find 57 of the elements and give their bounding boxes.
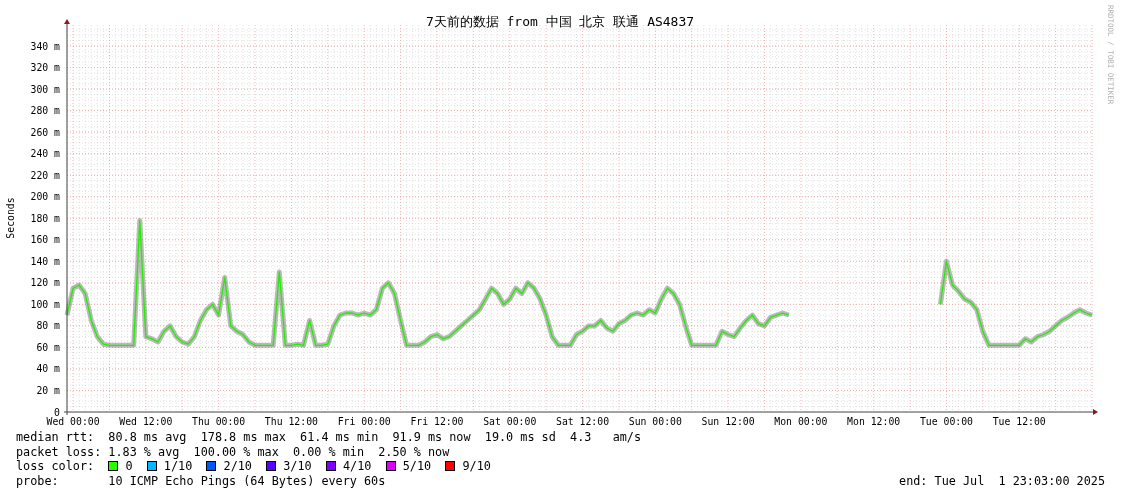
- stat-value: 100.00 % max: [193, 444, 279, 459]
- tick-label: Fri 00:00: [337, 416, 391, 427]
- tick-label: 180 m: [30, 212, 60, 224]
- stat-value: 91.9 ms now: [392, 430, 471, 445]
- swatch-label: 1/10: [163, 459, 193, 474]
- legend-label: median rtt:: [16, 430, 96, 445]
- stat-value: 80.8 ms avg: [108, 430, 187, 445]
- swatch-label: 5/10: [402, 459, 432, 474]
- tick-label: Sat 12:00: [556, 416, 610, 427]
- legend-label: probe:: [16, 473, 60, 488]
- swatch-label: 9/10: [462, 459, 491, 474]
- stat-value: 178.8 ms max: [200, 430, 286, 445]
- tick-label: 140 m: [30, 255, 60, 267]
- tick-label: Wed 00:00: [46, 416, 100, 427]
- tick-label: 0: [54, 406, 60, 418]
- tick-label: 320 m: [30, 62, 60, 74]
- tick-label: 200 m: [30, 191, 60, 203]
- tick-label: Tue 12:00: [992, 416, 1046, 427]
- tick-label: Sun 12:00: [701, 416, 755, 427]
- tick-label: Wed 12:00: [119, 416, 173, 427]
- stat-value: 1.83 % avg: [108, 444, 180, 459]
- tick-label: 60 m: [36, 341, 60, 353]
- end-time: end: Tue Jul 1 23:03:00 2025: [899, 473, 1105, 488]
- tick-label: Sun 00:00: [628, 416, 682, 427]
- tick-label: 120 m: [30, 277, 60, 289]
- stat-value: 4.3 am/s: [570, 430, 642, 445]
- tick-label: 100 m: [30, 298, 60, 310]
- tick-label: 80 m: [36, 320, 60, 332]
- stat-value: 2.50 % now: [378, 444, 450, 459]
- tick-label: Thu 00:00: [192, 416, 246, 427]
- tick-label: Thu 12:00: [264, 416, 318, 427]
- tick-label: 40 m: [36, 363, 60, 375]
- tick-label: 160 m: [30, 234, 60, 246]
- legend-label: packet loss:: [16, 444, 103, 459]
- stat-value: 19.0 ms sd: [484, 430, 556, 445]
- tick-label: 300 m: [30, 83, 60, 95]
- swatch-label: 3/10: [283, 459, 312, 474]
- legend-label: loss color:: [16, 459, 96, 474]
- tick-label: 280 m: [30, 105, 60, 117]
- tick-label: 220 m: [30, 169, 60, 181]
- chart-title: 7天前的数据 from 中国 北京 联通 AS4837: [425, 14, 695, 29]
- stat-value: 61.4 ms min: [300, 430, 379, 445]
- probe-text: 10 ICMP Echo Pings (64 Bytes) every 60s: [108, 473, 386, 488]
- stat-value: 0.00 % min: [293, 444, 365, 459]
- swatch-label: 2/10: [223, 459, 252, 474]
- tick-label: Mon 12:00: [847, 416, 901, 427]
- swatch-label: 4/10: [343, 459, 372, 474]
- tick-label: 240 m: [30, 148, 60, 160]
- tick-label: 20 m: [36, 384, 60, 396]
- tick-label: Fri 12:00: [410, 416, 464, 427]
- tick-label: 340 m: [30, 40, 60, 52]
- swatch-label: 0: [125, 459, 133, 474]
- tick-label: Sat 00:00: [483, 416, 537, 427]
- axis-label: Seconds: [5, 197, 16, 239]
- tick-label: Tue 00:00: [919, 416, 973, 427]
- tick-label: Mon 00:00: [774, 416, 828, 427]
- tick-label: 260 m: [30, 126, 60, 138]
